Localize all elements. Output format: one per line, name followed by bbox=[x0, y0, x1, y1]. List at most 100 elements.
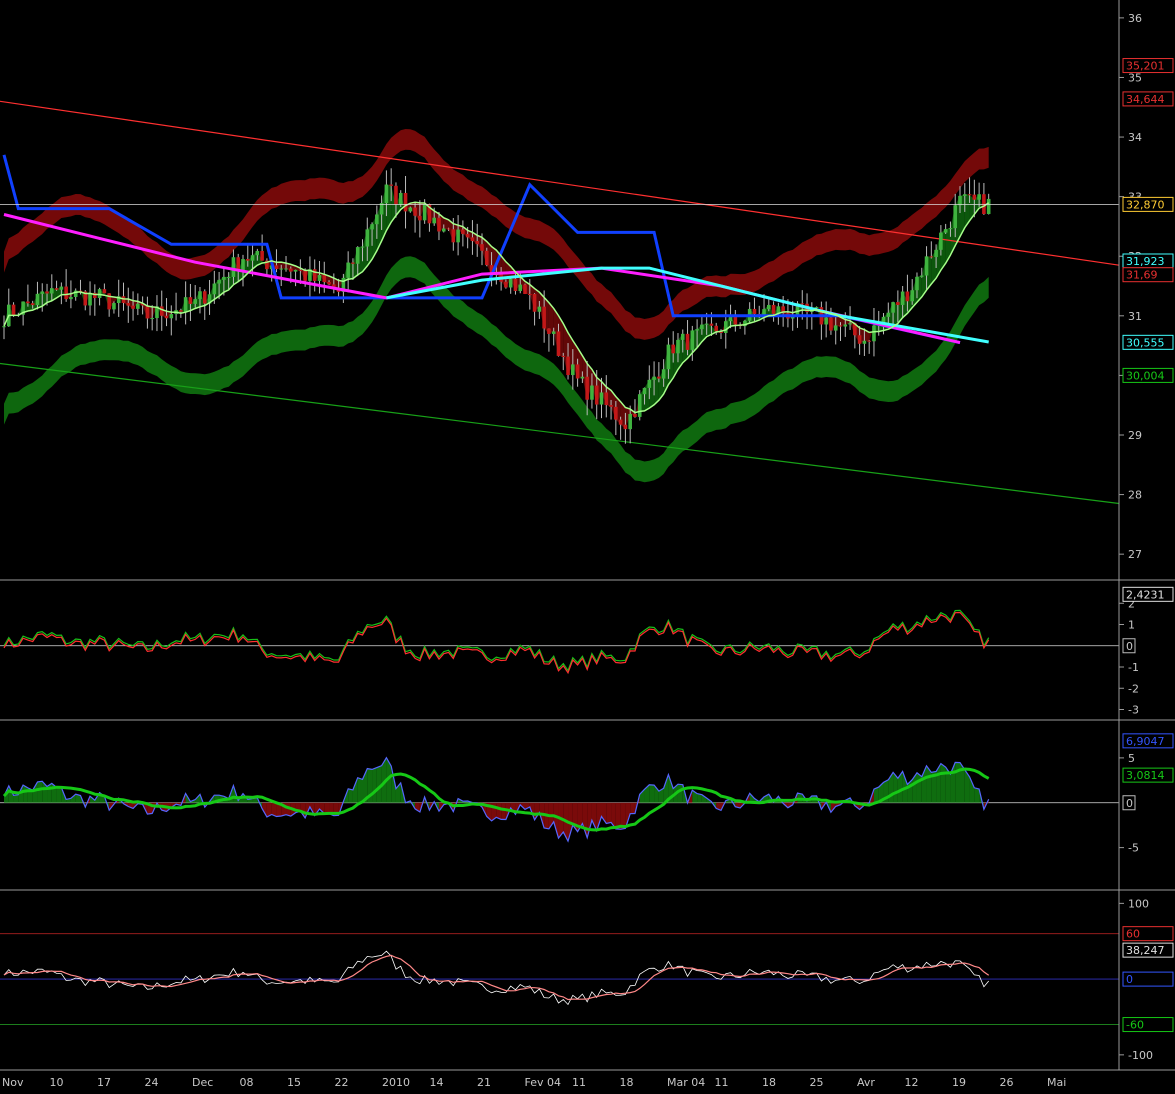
candle-body bbox=[551, 331, 556, 334]
candle-body bbox=[470, 237, 475, 242]
candle-body bbox=[891, 302, 895, 313]
candle-body bbox=[508, 278, 513, 288]
osc2-histogram-fill bbox=[582, 802, 588, 838]
value-label: 0 bbox=[1126, 973, 1133, 986]
candle-body bbox=[666, 344, 671, 370]
candle-body bbox=[571, 364, 575, 376]
y-tick-label: -2 bbox=[1128, 682, 1139, 695]
candle-body bbox=[145, 305, 150, 319]
candle-body bbox=[456, 229, 460, 243]
y-tick-label: 28 bbox=[1128, 489, 1142, 502]
candle-body bbox=[480, 244, 484, 251]
candle-body bbox=[614, 406, 618, 420]
osc2-histogram-fill bbox=[677, 784, 683, 803]
candle-body bbox=[289, 268, 293, 272]
oscillator-panel-2 bbox=[0, 756, 1119, 843]
osc3-white-line bbox=[3, 950, 990, 1006]
x-tick-label: 24 bbox=[145, 1076, 159, 1089]
candle-body bbox=[451, 229, 456, 243]
x-tick-label: Dec bbox=[192, 1076, 213, 1089]
x-tick-label: Nov bbox=[2, 1076, 24, 1089]
candle-body bbox=[2, 326, 6, 328]
osc2-signal-line bbox=[2, 767, 990, 832]
value-label: 31,69 bbox=[1126, 269, 1158, 282]
osc2-histogram-fill bbox=[496, 802, 502, 820]
candle-body bbox=[771, 304, 776, 314]
candle-body bbox=[11, 304, 16, 316]
value-label: 32,870 bbox=[1126, 198, 1165, 211]
candle-body bbox=[886, 312, 891, 317]
candle-body bbox=[657, 376, 661, 379]
candle-body bbox=[231, 257, 236, 277]
candle-body bbox=[164, 315, 169, 319]
candle-body bbox=[446, 228, 451, 230]
osc2-histogram-fill bbox=[630, 802, 635, 814]
candle-body bbox=[126, 302, 131, 306]
candle-body bbox=[958, 195, 962, 206]
candle-body bbox=[967, 194, 972, 196]
candle-body bbox=[222, 276, 226, 280]
x-tick-label: 08 bbox=[240, 1076, 254, 1089]
zero-label: 0 bbox=[1126, 797, 1133, 810]
x-tick-label: Avr bbox=[857, 1076, 875, 1089]
x-tick-label: 21 bbox=[477, 1076, 491, 1089]
candle-body bbox=[26, 301, 30, 304]
candle-body bbox=[437, 217, 441, 232]
candle-body bbox=[695, 329, 699, 331]
osc2-histogram-fill bbox=[596, 802, 602, 831]
candle-body bbox=[537, 306, 542, 312]
value-label: 30,004 bbox=[1126, 369, 1165, 382]
candle-body bbox=[618, 419, 623, 425]
candle-body bbox=[112, 303, 116, 310]
x-tick-label: 25 bbox=[810, 1076, 824, 1089]
candle-body bbox=[102, 289, 107, 294]
candle-body bbox=[767, 304, 771, 310]
value-label: 35,201 bbox=[1126, 60, 1165, 73]
candle-body bbox=[628, 413, 632, 430]
candle-body bbox=[604, 392, 609, 406]
candle-body bbox=[733, 316, 738, 325]
candle-body bbox=[30, 303, 35, 306]
candle-body bbox=[642, 387, 647, 395]
candle-body bbox=[465, 233, 470, 238]
candle-body bbox=[193, 299, 197, 304]
candle-body bbox=[408, 207, 413, 212]
candle-body bbox=[394, 185, 398, 205]
candle-body bbox=[365, 229, 370, 247]
candle-body bbox=[838, 325, 843, 327]
osc2-histogram-fill bbox=[940, 763, 946, 803]
osc2-histogram-fill bbox=[501, 802, 506, 820]
y-tick-label: 100 bbox=[1128, 897, 1149, 910]
candle-body bbox=[327, 282, 331, 285]
candle-body bbox=[59, 286, 64, 290]
zero-label: 0 bbox=[1126, 640, 1133, 653]
osc2-histogram-fill bbox=[606, 802, 612, 824]
candle-body bbox=[379, 203, 384, 215]
candle-body bbox=[919, 275, 924, 277]
candle-body bbox=[183, 297, 188, 312]
x-tick-label: 26 bbox=[1000, 1076, 1014, 1089]
candle-body bbox=[523, 284, 527, 294]
candle-body bbox=[398, 192, 403, 205]
candle-body bbox=[676, 339, 680, 354]
candle-body bbox=[824, 317, 828, 325]
value-label: 2,4231 bbox=[1126, 588, 1165, 601]
candle-body bbox=[370, 224, 374, 230]
candle-body bbox=[298, 269, 303, 271]
candle-body bbox=[169, 314, 174, 319]
candle-body bbox=[652, 376, 656, 380]
candle-body bbox=[245, 259, 250, 261]
candle-body bbox=[50, 288, 54, 294]
x-tick-label: 11 bbox=[715, 1076, 729, 1089]
candle-body bbox=[159, 306, 164, 316]
y-tick-label: 27 bbox=[1128, 548, 1142, 561]
y-tick-label: -5 bbox=[1128, 842, 1139, 855]
candle-body bbox=[575, 364, 580, 379]
value-label: 6,9047 bbox=[1126, 735, 1165, 748]
x-tick-label: 19 bbox=[952, 1076, 966, 1089]
candle-body bbox=[279, 268, 284, 270]
osc2-histogram-fill bbox=[969, 776, 975, 803]
candle-body bbox=[484, 250, 489, 266]
value-label: 34,644 bbox=[1126, 93, 1165, 106]
candle-body bbox=[69, 296, 73, 300]
